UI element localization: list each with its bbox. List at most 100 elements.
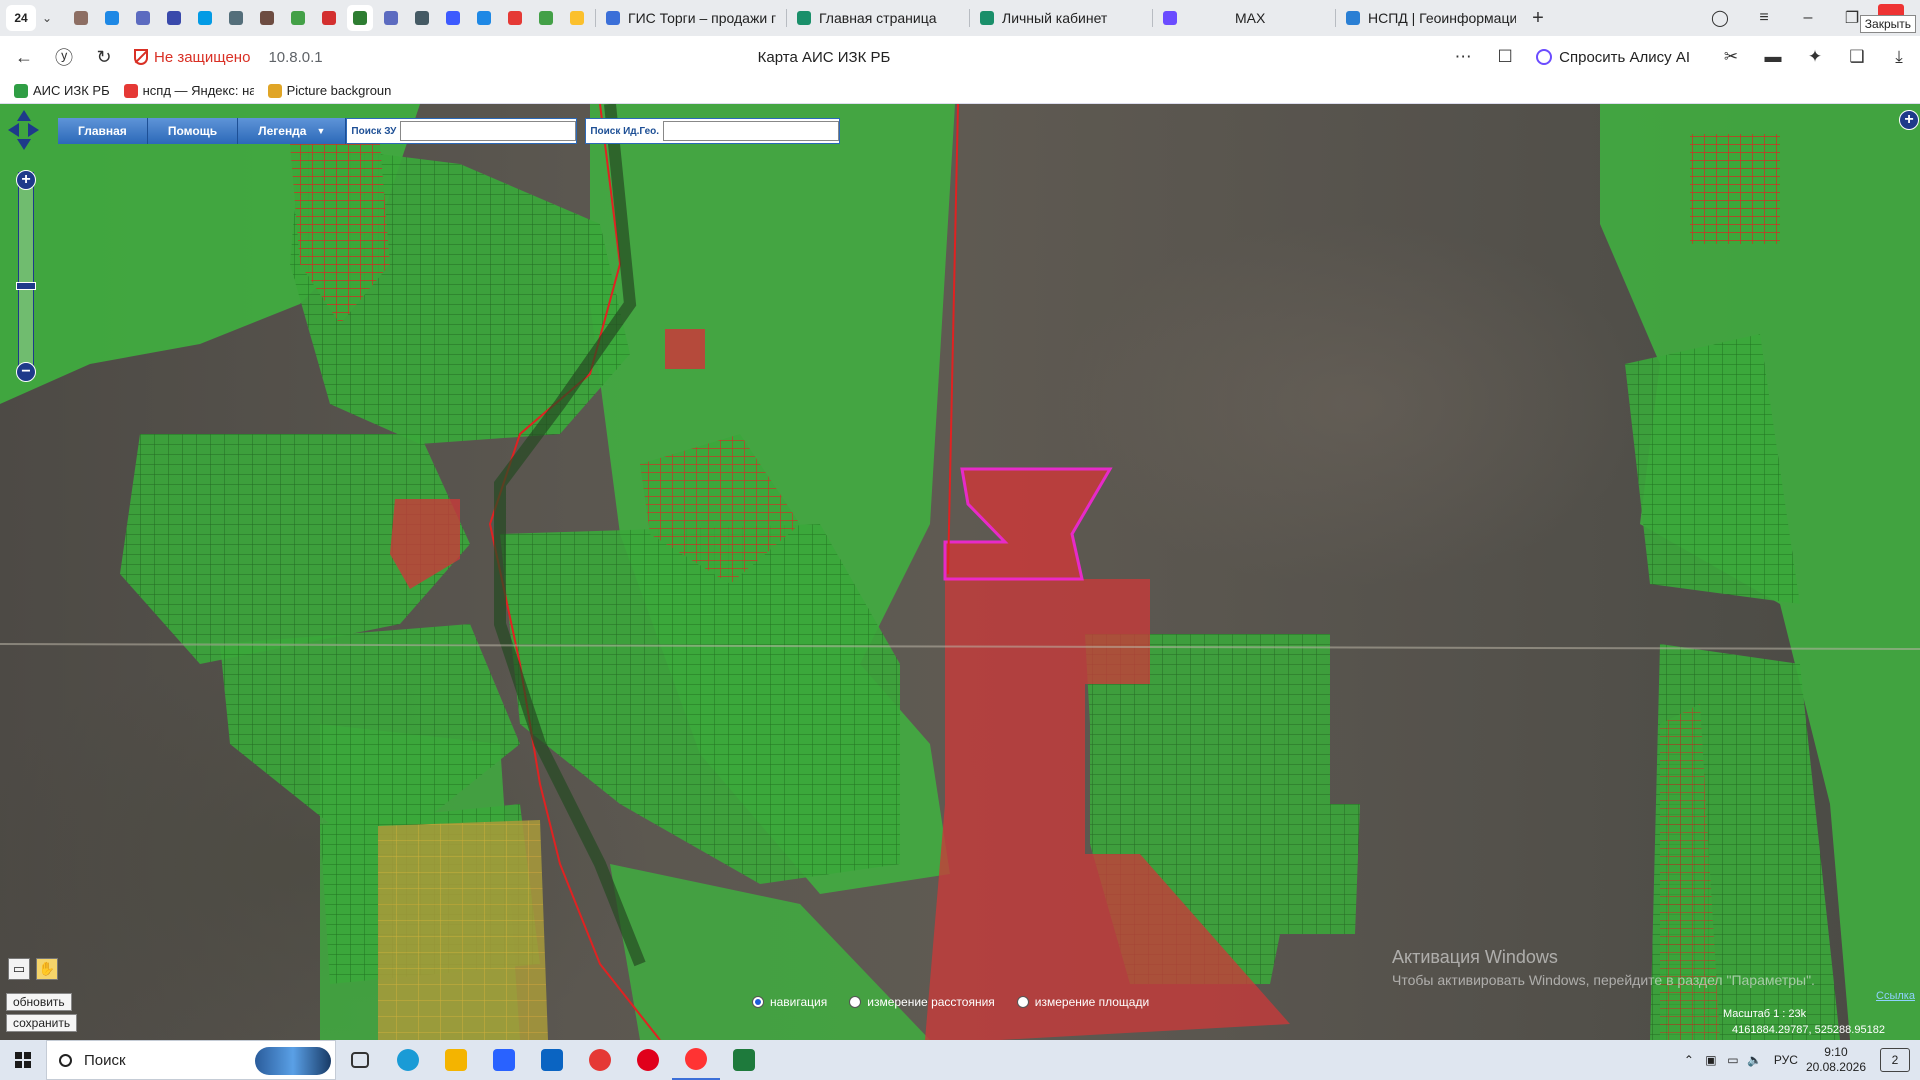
green-zone-southwest-valley [610,864,930,1040]
search-geo-block: Поиск Ид.Гео. [585,118,841,144]
cadastral-map[interactable]: + − + Главная Помощь Легенда ▼ Поиск ЗУ … [0,104,1920,1040]
url-text[interactable]: 10.8.0.1 [268,49,322,66]
pinned-tab-favicon-icon [136,11,150,25]
tray-clock[interactable]: 9:10 20.08.2026 [1806,1045,1866,1075]
save-map-button[interactable]: сохранить [6,1014,78,1032]
reload-icon[interactable]: ↻ [84,39,124,75]
collections-icon[interactable]: ❑ [1836,39,1878,75]
tab-personal-account[interactable]: Личный кабинет [970,3,1152,33]
main-page-favicon-icon [797,11,811,25]
layer-switcher-button[interactable]: + [1899,110,1919,130]
pinned-tab[interactable] [409,5,435,31]
legend-label: Легенда [258,124,307,138]
pan-right-arrow-icon[interactable] [28,123,39,137]
measure-tool-icon[interactable]: ▭ [8,958,30,980]
zoom-slider[interactable] [18,172,34,378]
task-view-icon[interactable] [336,1040,384,1080]
pinned-tab[interactable] [347,5,373,31]
tray-device-icon[interactable]: ▣ [1700,1053,1722,1067]
minimize-icon[interactable]: – [1786,0,1830,36]
radio-icon [849,996,862,1008]
tab-list-chevron-icon[interactable]: ⌄ [36,11,58,25]
pinned-tab[interactable] [223,5,249,31]
tab-gis-torgi[interactable]: ГИС Торги – продажи г [596,3,786,33]
zoom-out-button[interactable]: − [16,362,36,382]
tools-icon[interactable]: ✂ [1710,39,1752,75]
pan-up-arrow-icon[interactable] [17,110,31,121]
parcels-settlement-center [500,524,900,884]
file-explorer-icon[interactable] [432,1040,480,1080]
ask-alice-button[interactable]: Спросить Алису AI [1526,42,1700,72]
pinned-tab[interactable] [316,5,342,31]
pinned-tab[interactable] [533,5,559,31]
bookmark-icon[interactable]: ☐ [1484,39,1526,75]
notification-center-icon[interactable]: 2 [1880,1048,1910,1072]
pinned-tab-favicon-icon [322,11,336,25]
tab-main-page[interactable]: Главная страница [787,3,969,33]
downloads-icon[interactable]: ⤓ [1878,39,1920,75]
yandex-browser-icon[interactable] [672,1040,720,1080]
account-favicon-icon [980,11,994,25]
store-icon[interactable] [480,1040,528,1080]
pinned-tab[interactable] [192,5,218,31]
wallet-icon[interactable]: ▬ [1752,39,1794,75]
menu-legend-button[interactable]: Легенда ▼ [238,118,347,144]
tab-count-badge[interactable]: 24 [6,5,36,31]
excel-icon[interactable] [720,1040,768,1080]
pinned-tab[interactable] [440,5,466,31]
opera-icon[interactable] [624,1040,672,1080]
map-link[interactable]: Ссылка [1876,990,1915,1002]
search-geo-input[interactable] [663,121,840,141]
new-tab-button[interactable]: + [1524,4,1552,32]
pinned-tab[interactable] [254,5,280,31]
mode-navigation[interactable]: навигация [752,995,827,1009]
taskbar-search[interactable]: Поиск [46,1040,336,1080]
refresh-map-button[interactable]: обновить [6,993,72,1011]
tray-overflow-chevron-icon[interactable]: ⌃ [1678,1053,1700,1067]
pinned-tab[interactable] [471,5,497,31]
volume-muted-icon[interactable]: 🔈 [1744,1053,1766,1067]
tab-max[interactable]: MAX [1153,3,1335,33]
windows-logo-icon [15,1052,31,1068]
security-indicator[interactable]: Не защищено [134,49,250,66]
zoom-in-button[interactable]: + [16,170,36,190]
browser-menu-icon[interactable]: ≡ [1742,0,1786,36]
extensions-icon[interactable]: ✦ [1794,39,1836,75]
zoom-slider-thumb[interactable] [16,282,36,290]
yandex-protect-icon[interactable]: ⓨ [44,39,84,75]
system-tray: ⌃ ▣ ▭ 🔈 РУС 9:10 20.08.2026 2 [1678,1040,1920,1080]
windows-activation-watermark: Активация Windows Чтобы активировать Win… [1392,947,1815,988]
menu-help-button[interactable]: Помощь [147,118,239,144]
pinned-tab[interactable] [161,5,187,31]
more-dots-icon[interactable]: ⋯ [1442,39,1484,75]
mode-measure-distance[interactable]: измерение расстояния [849,995,995,1009]
start-button[interactable] [0,1040,46,1080]
pinned-tab-favicon-icon [229,11,243,25]
bookmark-picture-background[interactable]: Picture backgroun [267,83,394,98]
yandex-icon[interactable] [576,1040,624,1080]
pinned-tab[interactable] [564,5,590,31]
pinned-tab[interactable] [378,5,404,31]
map-mode-radios: навигация измерение расстояния измерение… [752,995,1171,1009]
pinned-tab[interactable] [99,5,125,31]
search-zu-input[interactable] [400,121,577,141]
pan-down-arrow-icon[interactable] [17,139,31,150]
network-icon[interactable]: ▭ [1722,1053,1744,1067]
profile-icon[interactable]: ◯ [1698,0,1742,36]
keyboard-language[interactable]: РУС [1774,1053,1798,1067]
pan-control[interactable] [8,110,40,150]
back-arrow-icon[interactable]: ← [4,39,44,75]
bookmark-ais-izk[interactable]: АИС ИЗК РБ [14,83,110,98]
pan-left-arrow-icon[interactable] [8,123,19,137]
edge-icon[interactable] [384,1040,432,1080]
pan-hand-icon[interactable]: ✋ [36,958,58,980]
tab-nspd[interactable]: НСПД | Геоинформаци [1336,3,1516,33]
pinned-tab[interactable] [285,5,311,31]
mode-measure-area[interactable]: измерение площади [1016,995,1149,1009]
outlook-icon[interactable] [528,1040,576,1080]
menu-home-button[interactable]: Главная [58,118,148,144]
pinned-tab[interactable] [130,5,156,31]
bookmark-nspd-yandex[interactable]: нспд — Яндекс: на [123,83,254,98]
pinned-tab[interactable] [502,5,528,31]
pinned-tab[interactable] [68,5,94,31]
